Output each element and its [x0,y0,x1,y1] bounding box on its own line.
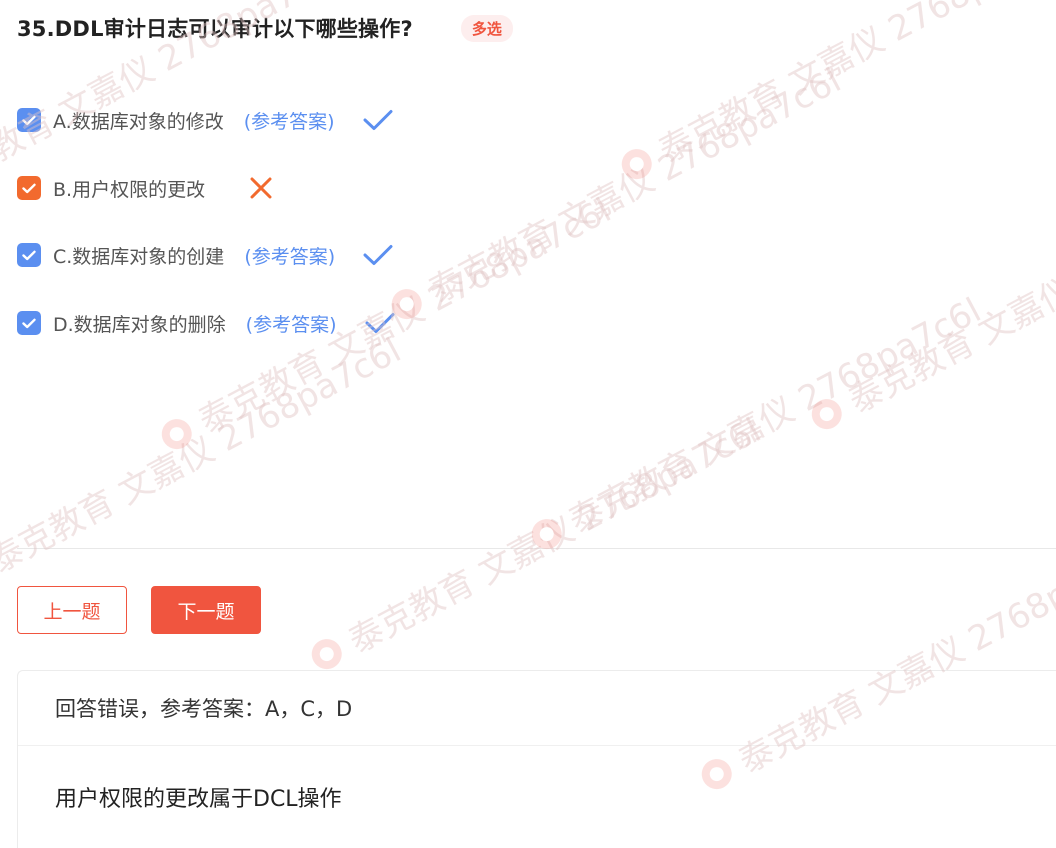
watermark: 泰克教育 文嘉仪 2768pa7c6l [800,163,1056,443]
watermark-logo-icon [811,398,842,429]
watermark-text: 泰克教育 文嘉仪 2768pa7c6l [842,170,1056,422]
reference-answer-label: (参考答案) [244,245,336,268]
watermark-text: 泰克教育 文嘉仪 2768pa7c6l [0,330,408,582]
question-title: 35.DDL审计日志可以审计以下哪些操作? [17,17,413,41]
checkbox-checked-icon[interactable] [17,176,41,200]
next-question-button[interactable]: 下一题 [151,586,261,634]
checkbox-checked-icon[interactable] [17,108,41,132]
watermark-logo-icon [621,148,652,179]
reference-answer-label: (参考答案) [243,110,335,133]
multi-select-badge: 多选 [460,14,513,42]
watermark-logo-icon [161,418,192,449]
check-icon [363,109,393,131]
watermark-text: 泰克教育 文嘉仪 2768pa7c6l [652,0,1056,172]
check-icon [365,312,395,334]
result-divider [18,745,1056,746]
option-text: B.用户权限的更改 [53,178,206,201]
option-text: C.数据库对象的创建 [53,245,225,268]
watermark-logo-icon [531,518,562,549]
watermark: 泰克教育 文嘉仪 2768pa7c6l [300,403,768,683]
watermark: 泰克教育 文嘉仪 2768pa7c6l [0,323,408,603]
option-c[interactable]: C.数据库对象的创建 (参考答案) [17,233,393,277]
previous-question-button[interactable]: 上一题 [17,586,127,634]
checkbox-checked-icon[interactable] [17,243,41,267]
answer-result-panel: 回答错误，参考答案：A，C，D 用户权限的更改属于DCL操作 [17,670,1056,848]
option-d[interactable]: D.数据库对象的删除 (参考答案) [17,301,395,345]
check-icon [363,244,393,266]
checkbox-checked-icon[interactable] [17,311,41,335]
option-a[interactable]: A.数据库对象的修改 (参考答案) [17,98,393,142]
option-text: A.数据库对象的修改 [53,110,224,133]
section-divider [17,548,1056,549]
watermark: 泰克教育 文嘉仪 2768pa7c6l [520,283,988,563]
watermark-text: 泰克教育 文嘉仪 2768pa7c6l [562,290,988,542]
watermark-text: 泰克教育 文嘉仪 2768pa7c6l [342,410,768,662]
answer-status: 回答错误，参考答案：A，C，D [55,697,353,721]
question-header: 35.DDL审计日志可以审计以下哪些操作? 多选 [17,10,513,46]
watermark: 泰克教育 文嘉仪 2768pa7c6l [380,53,848,333]
answer-explanation: 用户权限的更改属于DCL操作 [55,787,342,812]
watermark: 泰克教育 文嘉仪 2768pa7c6l [610,0,1056,193]
reference-answer-label: (参考答案) [245,313,337,336]
watermark-text: 泰克教育 文嘉仪 2768pa7c6l [422,60,848,312]
option-b[interactable]: B.用户权限的更改 [17,166,273,210]
option-text: D.数据库对象的删除 [53,313,226,336]
cross-icon [249,176,273,200]
